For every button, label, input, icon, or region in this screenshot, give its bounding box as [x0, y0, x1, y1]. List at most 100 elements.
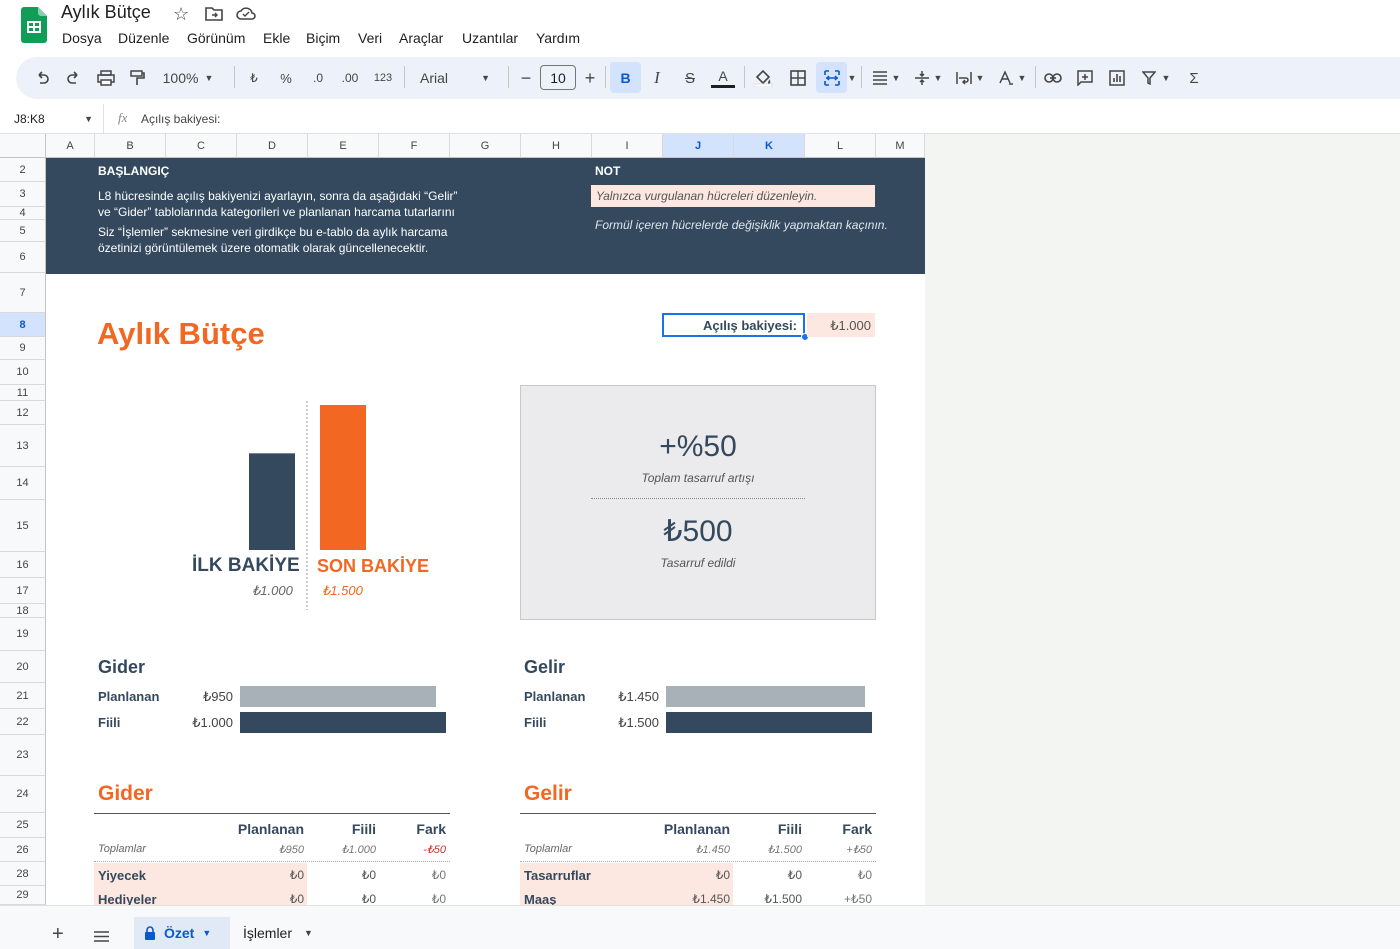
zoom-select[interactable]: 100% ▼: [158, 57, 218, 99]
row-header-9[interactable]: 9: [0, 337, 46, 360]
column-header-b[interactable]: B: [95, 134, 166, 158]
row-header-12[interactable]: 12: [0, 401, 46, 425]
opening-balance-label[interactable]: Açılış bakiyesi:: [662, 313, 805, 337]
more-formats-button[interactable]: 123: [369, 57, 397, 99]
filter-icon[interactable]: ▼: [1136, 57, 1176, 99]
row-header-11[interactable]: 11: [0, 385, 46, 401]
tab-ozet-dropdown-icon[interactable]: ▼: [202, 928, 211, 938]
insert-chart-icon[interactable]: [1103, 57, 1131, 99]
column-header-i[interactable]: I: [592, 134, 663, 158]
row-header-17[interactable]: 17: [0, 578, 46, 604]
menu-help[interactable]: Yardım: [536, 30, 580, 46]
row-header-3[interactable]: 3: [0, 182, 46, 207]
column-header-c[interactable]: C: [166, 134, 237, 158]
name-box[interactable]: J8:K8 ▼: [0, 104, 104, 134]
row-header-8[interactable]: 8: [0, 313, 46, 337]
menu-tools[interactable]: Araçlar: [399, 30, 443, 46]
currency-format-button[interactable]: ₺: [240, 57, 268, 99]
vertical-align-icon[interactable]: ▼: [908, 57, 948, 99]
column-header-g[interactable]: G: [450, 134, 521, 158]
column-header-e[interactable]: E: [308, 134, 379, 158]
column-header-j[interactable]: J: [663, 134, 734, 158]
merge-cells-icon[interactable]: [816, 62, 847, 93]
income-row-planned[interactable]: ₺0: [662, 868, 730, 882]
row-header-23[interactable]: 23: [0, 735, 46, 776]
font-size-input[interactable]: 10: [540, 65, 576, 90]
undo-icon[interactable]: [28, 57, 56, 99]
print-icon[interactable]: [92, 57, 120, 99]
row-header-20[interactable]: 20: [0, 651, 46, 683]
row-header-5[interactable]: 5: [0, 220, 46, 242]
redo-icon[interactable]: [60, 57, 88, 99]
strikethrough-button[interactable]: S: [676, 57, 704, 99]
column-header-l[interactable]: L: [805, 134, 876, 158]
opening-balance-value[interactable]: ₺1.000: [807, 313, 875, 337]
row-header-13[interactable]: 13: [0, 425, 46, 467]
row-header-14[interactable]: 14: [0, 467, 46, 500]
expense-row-planned[interactable]: ₺0: [236, 868, 304, 882]
row-header-16[interactable]: 16: [0, 552, 46, 578]
column-header-a[interactable]: A: [46, 134, 95, 158]
column-header-d[interactable]: D: [237, 134, 308, 158]
tab-islemler-dropdown-icon[interactable]: ▼: [304, 928, 313, 938]
row-header-29[interactable]: 29: [0, 886, 46, 905]
decrease-font-size-button[interactable]: −: [512, 57, 540, 99]
row-header-19[interactable]: 19: [0, 618, 46, 651]
bold-button[interactable]: B: [610, 62, 641, 93]
star-icon[interactable]: ☆: [173, 4, 189, 25]
decrease-decimal-button[interactable]: .0: [304, 57, 332, 99]
functions-icon[interactable]: Σ: [1180, 57, 1208, 99]
menu-format[interactable]: Biçim: [306, 30, 340, 46]
menu-extensions[interactable]: Uzantılar: [462, 30, 518, 46]
font-select[interactable]: Arial ▼: [410, 57, 500, 99]
menu-view[interactable]: Görünüm: [187, 30, 245, 46]
row-header-24[interactable]: 24: [0, 776, 46, 813]
tab-islemler[interactable]: İşlemler ▼: [243, 917, 313, 949]
add-sheet-icon[interactable]: +: [52, 924, 64, 944]
row-header-7[interactable]: 7: [0, 273, 46, 313]
row-header-18[interactable]: 18: [0, 604, 46, 618]
tab-ozet[interactable]: Özet ▼: [134, 917, 230, 949]
borders-icon[interactable]: [784, 57, 812, 99]
menu-edit[interactable]: Düzenle: [118, 30, 169, 46]
expense-row-name[interactable]: Yiyecek: [98, 868, 146, 883]
document-title[interactable]: Aylık Bütçe: [61, 2, 151, 23]
text-color-button[interactable]: A: [709, 57, 737, 99]
row-header-22[interactable]: 22: [0, 709, 46, 735]
paint-format-icon[interactable]: [123, 57, 151, 99]
column-header-f[interactable]: F: [379, 134, 450, 158]
formula-input[interactable]: Açılış bakiyesi:: [141, 112, 220, 126]
row-header-6[interactable]: 6: [0, 242, 46, 273]
cloud-saved-icon[interactable]: [236, 6, 256, 25]
expense-row-planned[interactable]: ₺0: [236, 892, 304, 906]
row-header-2[interactable]: 2: [0, 158, 46, 182]
increase-decimal-button[interactable]: .00: [336, 57, 364, 99]
row-header-28[interactable]: 28: [0, 862, 46, 886]
insert-link-icon[interactable]: [1039, 57, 1067, 99]
fill-color-icon[interactable]: [749, 57, 777, 99]
column-header-h[interactable]: H: [521, 134, 592, 158]
text-wrap-icon[interactable]: ▼: [950, 57, 990, 99]
row-header-10[interactable]: 10: [0, 360, 46, 385]
row-header-25[interactable]: 25: [0, 813, 46, 838]
text-rotation-icon[interactable]: ▼: [992, 57, 1032, 99]
sheets-logo[interactable]: [21, 7, 47, 43]
column-header-m[interactable]: M: [876, 134, 925, 158]
move-folder-icon[interactable]: [205, 6, 223, 26]
menu-data[interactable]: Veri: [358, 30, 382, 46]
merge-dropdown-icon[interactable]: ▼: [846, 57, 858, 99]
income-row-planned[interactable]: ₺1.450: [662, 892, 730, 906]
italic-button[interactable]: I: [643, 57, 671, 99]
select-all-corner[interactable]: [0, 134, 46, 158]
row-header-26[interactable]: 26: [0, 838, 46, 862]
row-header-21[interactable]: 21: [0, 683, 46, 709]
menu-file[interactable]: Dosya: [62, 30, 102, 46]
menu-insert[interactable]: Ekle: [263, 30, 290, 46]
percent-format-button[interactable]: %: [272, 57, 300, 99]
income-row-name[interactable]: Tasarruflar: [524, 868, 591, 883]
all-sheets-icon[interactable]: [94, 929, 109, 947]
increase-font-size-button[interactable]: +: [576, 57, 604, 99]
column-header-k[interactable]: K: [734, 134, 805, 158]
horizontal-align-icon[interactable]: ▼: [866, 57, 906, 99]
row-header-15[interactable]: 15: [0, 500, 46, 552]
